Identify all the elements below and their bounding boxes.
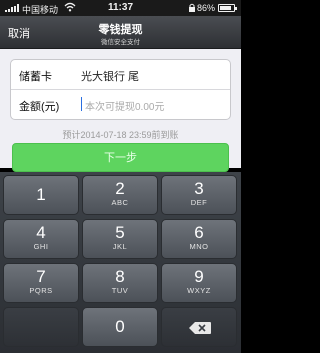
page-title: 零钱提现 [98,24,143,36]
numeric-keypad: 1 2 ABC 3 DEF 4 GHI 5 JKL 6 MNO 7 PQRS 8… [0,172,241,353]
card-label: 储蓄卡 [19,71,52,83]
key-number: 2 [115,179,125,198]
key-0[interactable]: 0 [82,307,158,347]
rotation-lock-icon [188,3,196,14]
key-letters: JKL [112,242,128,251]
key-9[interactable]: 9 WXYZ [161,263,237,303]
key-5[interactable]: 5 JKL [82,219,158,259]
key-number: 3 [194,179,204,198]
amount-row: 金额(元) 本次可提现0.00元 [11,90,230,120]
text-cursor [81,97,82,111]
arrival-note: 预计2014-07-18 23:59前到账 [62,130,179,140]
card-value: 光大银行 尾 [81,71,140,83]
key-3[interactable]: 3 DEF [161,175,237,215]
next-button[interactable]: 下一步 [12,143,229,172]
navigation-bar: 取消 零钱提现 微信安全支付 [0,16,241,49]
key-number: 8 [115,267,125,286]
key-letters: DEF [190,198,208,207]
key-number: 5 [115,223,125,242]
key-number: 7 [36,267,46,286]
key-letters: GHI [33,242,49,251]
amount-label: 金额(元) [19,101,60,113]
key-letters: MNO [189,242,209,251]
key-number: 4 [36,223,46,242]
key-number: 1 [36,185,46,204]
withdraw-form-area: 储蓄卡 光大银行 尾 金额(元) 本次可提现0.00元 预计2014-07-18… [0,49,241,172]
key-letters: ABC [111,198,129,207]
form-card: 储蓄卡 光大银行 尾 金额(元) 本次可提现0.00元 [10,59,231,120]
key-7[interactable]: 7 PQRS [3,263,79,303]
key-blank [3,307,79,347]
key-number: 0 [115,317,125,336]
key-6[interactable]: 6 MNO [161,219,237,259]
card-row[interactable]: 储蓄卡 光大银行 尾 [11,60,230,90]
key-letters: WXYZ [187,286,211,295]
backspace-icon [189,322,211,334]
key-number: 9 [194,267,204,286]
battery-icon [218,4,237,12]
key-1[interactable]: 1 [3,175,79,215]
battery-percent: 86% [197,3,216,13]
amount-placeholder: 本次可提现0.00元 [85,102,165,113]
backspace-key[interactable] [161,307,237,347]
key-4[interactable]: 4 GHI [3,219,79,259]
key-2[interactable]: 2 ABC [82,175,158,215]
amount-input[interactable]: 本次可提现0.00元 [81,96,221,114]
key-number: 6 [194,223,204,242]
page-subtitle: 微信安全支付 [101,39,140,46]
key-8[interactable]: 8 TUV [82,263,158,303]
key-letters: PQRS [29,286,53,295]
status-bar: 中国移动 11:37 86% [0,0,241,16]
key-letters: TUV [111,286,129,295]
